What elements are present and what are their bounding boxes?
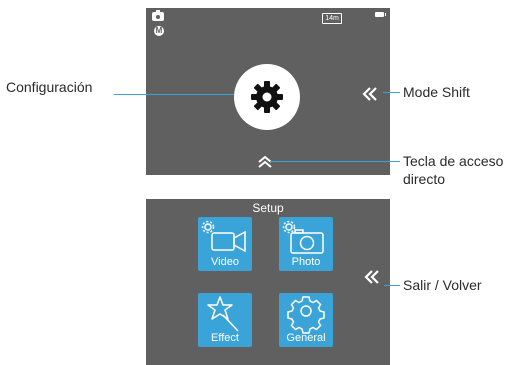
callout-line-salir: [384, 285, 400, 286]
camera-main-screen: M 14m: [146, 8, 390, 175]
mode-shift-button[interactable]: [362, 84, 378, 106]
camera-icon: [152, 10, 164, 21]
callout-line-mode-shift: [383, 92, 400, 93]
label-tecla-line2: directo: [403, 171, 446, 187]
photo-tile[interactable]: Photo: [279, 217, 333, 271]
double-chevron-left-icon: [362, 87, 377, 101]
mode-badge: M: [154, 26, 164, 36]
setup-screen: Setup Video Photo Effect General: [146, 199, 390, 365]
tile-label-video: Video: [211, 256, 239, 268]
callout-line-configuracion: [114, 94, 234, 95]
shortcut-button[interactable]: [257, 155, 273, 169]
general-tile[interactable]: General: [279, 293, 333, 347]
video-tile[interactable]: Video: [198, 217, 252, 271]
setup-title: Setup: [252, 201, 284, 215]
tile-label-general: General: [286, 332, 326, 344]
battery-icon: [375, 12, 386, 17]
remaining-time-badge: 14m: [322, 13, 342, 24]
callout-line-tecla: [270, 161, 400, 162]
settings-button[interactable]: [234, 64, 300, 130]
effect-tile[interactable]: Effect: [198, 293, 252, 347]
label-tecla-line1: Tecla de acceso: [403, 153, 504, 169]
back-button[interactable]: [364, 267, 380, 289]
gear-icon: [251, 81, 283, 113]
double-chevron-up-icon: [258, 155, 272, 168]
label-salir: Salir / Volver: [403, 277, 482, 293]
label-configuracion: Configuración: [6, 79, 93, 95]
label-mode-shift: Mode Shift: [403, 84, 470, 100]
double-chevron-left-icon: [364, 270, 379, 284]
tile-label-photo: Photo: [291, 256, 321, 268]
tile-label-effect: Effect: [211, 332, 239, 344]
